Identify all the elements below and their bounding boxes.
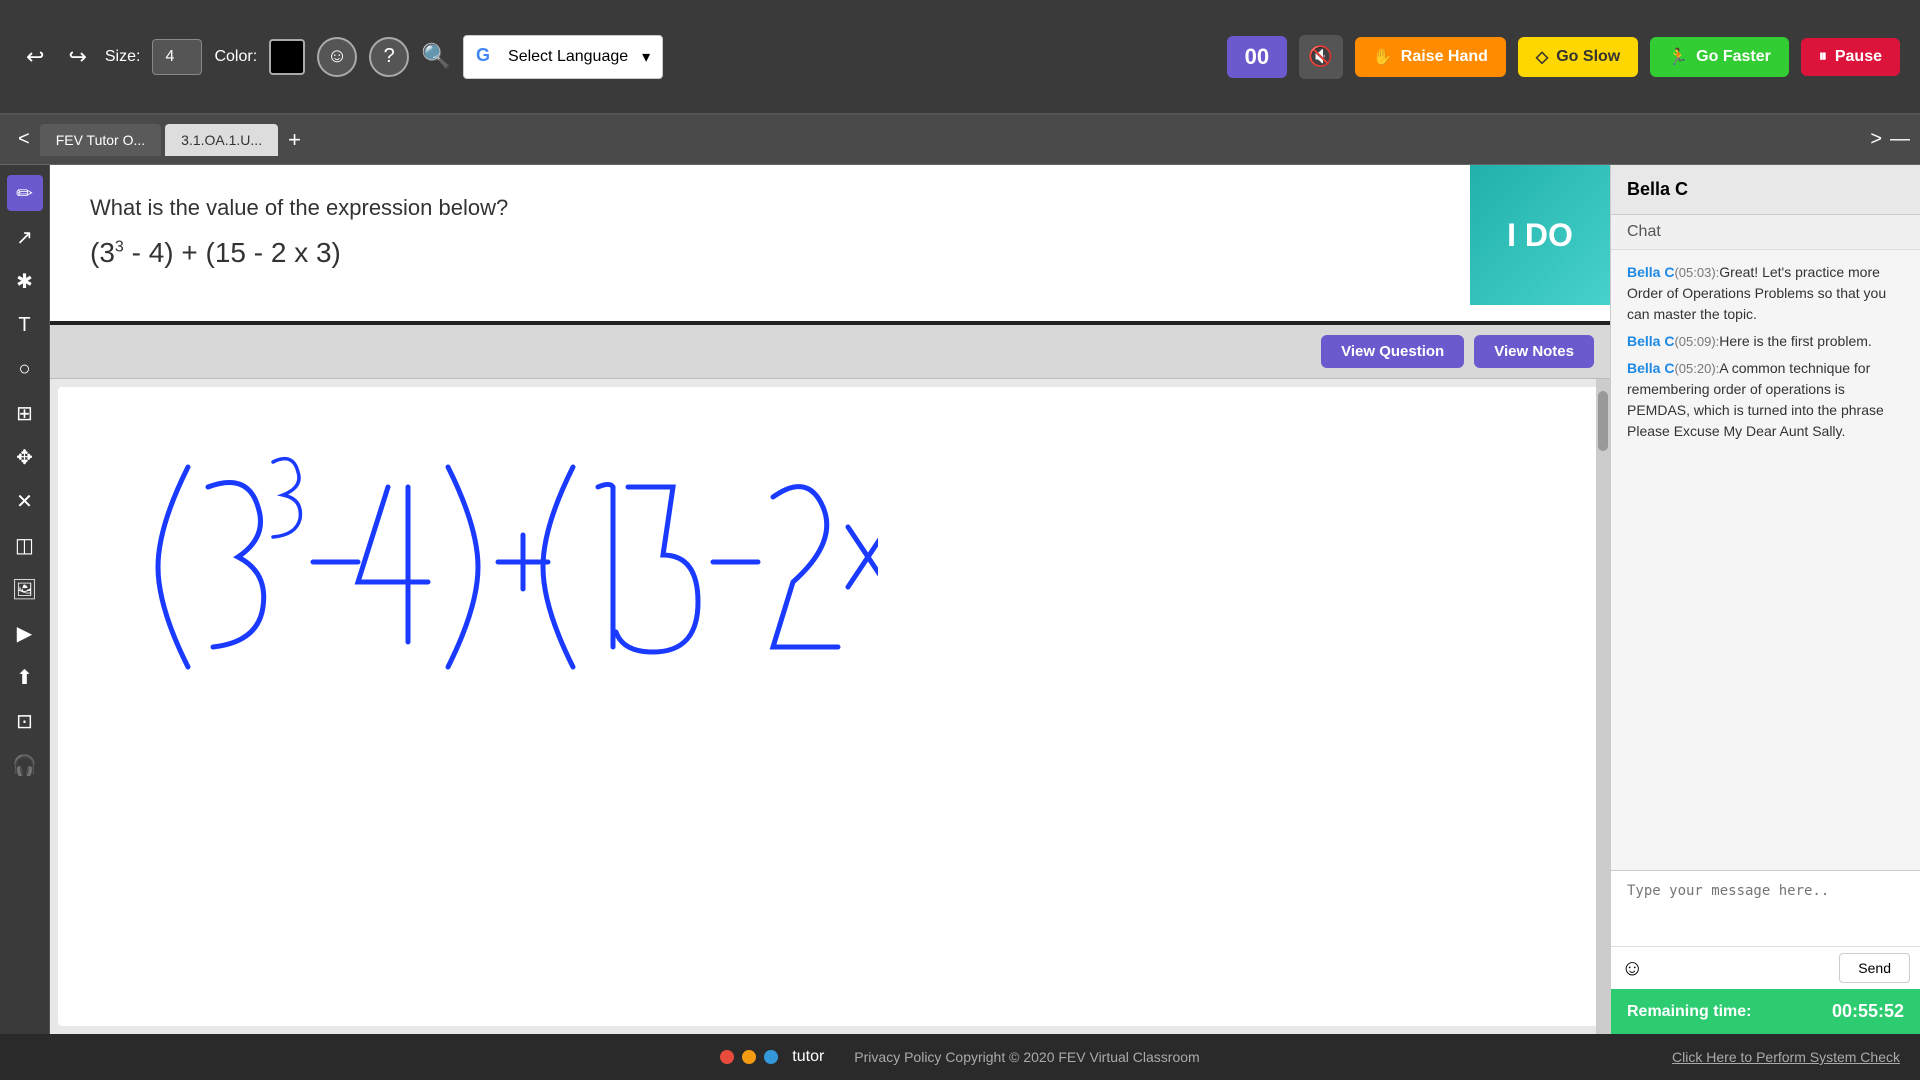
chat-timestamp: (05:09): (1674, 334, 1719, 349)
question-area: What is the value of the expression belo… (50, 165, 1610, 325)
star-tool[interactable]: ✱ (7, 263, 43, 299)
footer: tutor Privacy Policy Copyright © 2020 FE… (0, 1034, 1920, 1080)
scrollbar-thumb[interactable] (1598, 391, 1608, 451)
go-slow-button[interactable]: ◇ Go Slow (1518, 37, 1638, 77)
tabbar: < FEV Tutor O... 3.1.OA.1.U... + > — (0, 115, 1920, 165)
language-dropdown-icon: ▾ (642, 47, 650, 67)
chat-username: Bella C (1627, 264, 1674, 280)
go-faster-label: Go Faster (1696, 48, 1771, 66)
main-content: ✏ ↗ ✱ T ○ ⊞ ✥ ✕ ◫ 🖼 ▶ ⬆ ⊡ 🎧 What is the … (0, 165, 1920, 1034)
size-label: Size: (105, 48, 141, 66)
timer-bar: Remaining time: 00:55:52 (1611, 989, 1920, 1034)
chat-messages: Bella C(05:03):Great! Let's practice mor… (1611, 250, 1920, 870)
raise-hand-button[interactable]: ✋ Raise Hand (1355, 37, 1506, 77)
pause-button[interactable]: ⏸ Pause (1801, 38, 1900, 76)
chat-text: Here is the first problem. (1719, 333, 1872, 349)
message-input[interactable] (1611, 871, 1920, 941)
right-panel: Bella C Chat Bella C(05:03):Great! Let's… (1610, 165, 1920, 1034)
move-tool[interactable]: ✥ (7, 439, 43, 475)
question-text-block: What is the value of the expression belo… (90, 195, 1570, 269)
ido-label: I DO (1507, 217, 1573, 254)
close-tool[interactable]: ✕ (7, 483, 43, 519)
system-check-link[interactable]: Click Here to Perform System Check (1672, 1049, 1900, 1065)
logo-dot-yellow (742, 1050, 756, 1064)
redo-button[interactable]: ↪ (62, 40, 92, 74)
circle-tool[interactable]: ○ (7, 351, 43, 387)
color-label: Color: (214, 48, 257, 66)
google-icon: G (476, 45, 500, 69)
go-faster-button[interactable]: 🏃 Go Faster (1650, 37, 1789, 77)
text-tool[interactable]: T (7, 307, 43, 343)
layout-tool[interactable]: ⊡ (7, 703, 43, 739)
chat-message: Bella C(05:20):A common technique for re… (1627, 358, 1904, 442)
pencil-tool[interactable]: ✏ (7, 175, 43, 211)
go-slow-label: Go Slow (1556, 48, 1620, 66)
grid-tool[interactable]: ⊞ (7, 395, 43, 431)
tab-add-button[interactable]: + (280, 123, 309, 157)
chat-timestamp: (05:20): (1674, 361, 1719, 376)
undo-button[interactable]: ↩ (20, 40, 50, 74)
language-selector[interactable]: G Select Language ▾ (463, 35, 663, 79)
question-title: What is the value of the expression belo… (90, 195, 1570, 221)
logo-text: tutor (792, 1048, 824, 1066)
whiteboard[interactable] (58, 387, 1602, 1026)
raise-hand-label: Raise Hand (1401, 48, 1488, 66)
headset-tool[interactable]: 🎧 (7, 747, 43, 783)
color-picker[interactable] (269, 39, 305, 75)
eraser-tool[interactable]: ◫ (7, 527, 43, 563)
remaining-time-label: Remaining time: (1627, 1003, 1751, 1021)
user-header: Bella C (1611, 165, 1920, 215)
tab-fev-tutor[interactable]: FEV Tutor O... (40, 124, 161, 156)
search-button[interactable]: 🔍 (421, 42, 451, 71)
tab-oa[interactable]: 3.1.OA.1.U... (165, 124, 278, 156)
ido-badge: I DO (1470, 165, 1610, 305)
pause-label: Pause (1835, 48, 1882, 66)
view-notes-button[interactable]: View Notes (1474, 335, 1594, 368)
chat-message: Bella C(05:03):Great! Let's practice mor… (1627, 262, 1904, 325)
chat-input-bar: ☺ Send (1611, 946, 1920, 989)
go-slow-icon: ◇ (1536, 47, 1548, 67)
tab-prev-button[interactable]: < (10, 124, 38, 155)
tab-next-button[interactable]: > (1862, 124, 1890, 155)
send-button[interactable]: Send (1839, 953, 1910, 983)
view-question-button[interactable]: View Question (1321, 335, 1464, 368)
upload-tool[interactable]: ⬆ (7, 659, 43, 695)
question-expression: (33 - 4) + (15 - 2 x 3) (90, 237, 1570, 269)
emoji-button[interactable]: ☺ (317, 37, 357, 77)
minimize-button[interactable]: — (1890, 128, 1910, 151)
image-tool[interactable]: 🖼 (7, 571, 43, 607)
emoji-picker-button[interactable]: ☺ (1621, 955, 1643, 981)
chat-message: Bella C(05:09):Here is the first problem… (1627, 331, 1904, 352)
remaining-time-value: 00:55:52 (1832, 1001, 1904, 1022)
logo-dot-blue (764, 1050, 778, 1064)
left-toolbar: ✏ ↗ ✱ T ○ ⊞ ✥ ✕ ◫ 🖼 ▶ ⬆ ⊡ 🎧 (0, 165, 50, 1034)
chat-username: Bella C (1627, 360, 1674, 376)
message-input-area: ☺ Send (1611, 870, 1920, 989)
footer-logo: tutor (720, 1048, 824, 1066)
math-drawing (118, 407, 878, 727)
arrow-tool[interactable]: ↗ (7, 219, 43, 255)
help-button[interactable]: ? (369, 37, 409, 77)
chat-label: Chat (1611, 215, 1920, 250)
toolbar: ↩ ↪ Size: Color: ☺ ? 🔍 G Select Language… (0, 0, 1920, 115)
language-label: Select Language (508, 48, 628, 66)
session-timer: 00 (1227, 36, 1287, 78)
raise-hand-icon: ✋ (1373, 47, 1393, 67)
pause-icon: ⏸ (1819, 48, 1827, 66)
size-input[interactable] (152, 39, 202, 75)
video-tool[interactable]: ▶ (7, 615, 43, 651)
footer-copyright: Privacy Policy Copyright © 2020 FEV Virt… (854, 1049, 1199, 1065)
whiteboard-container: View Question View Notes (50, 325, 1610, 1034)
go-faster-icon: 🏃 (1668, 47, 1688, 67)
chat-timestamp: (05:03): (1674, 265, 1719, 280)
mute-button[interactable]: 🔇 (1299, 35, 1343, 79)
whiteboard-scrollbar[interactable] (1596, 379, 1610, 1034)
content-area: What is the value of the expression belo… (50, 165, 1610, 1034)
chat-username: Bella C (1627, 333, 1674, 349)
logo-dot-red (720, 1050, 734, 1064)
whiteboard-toolbar: View Question View Notes (50, 325, 1610, 379)
